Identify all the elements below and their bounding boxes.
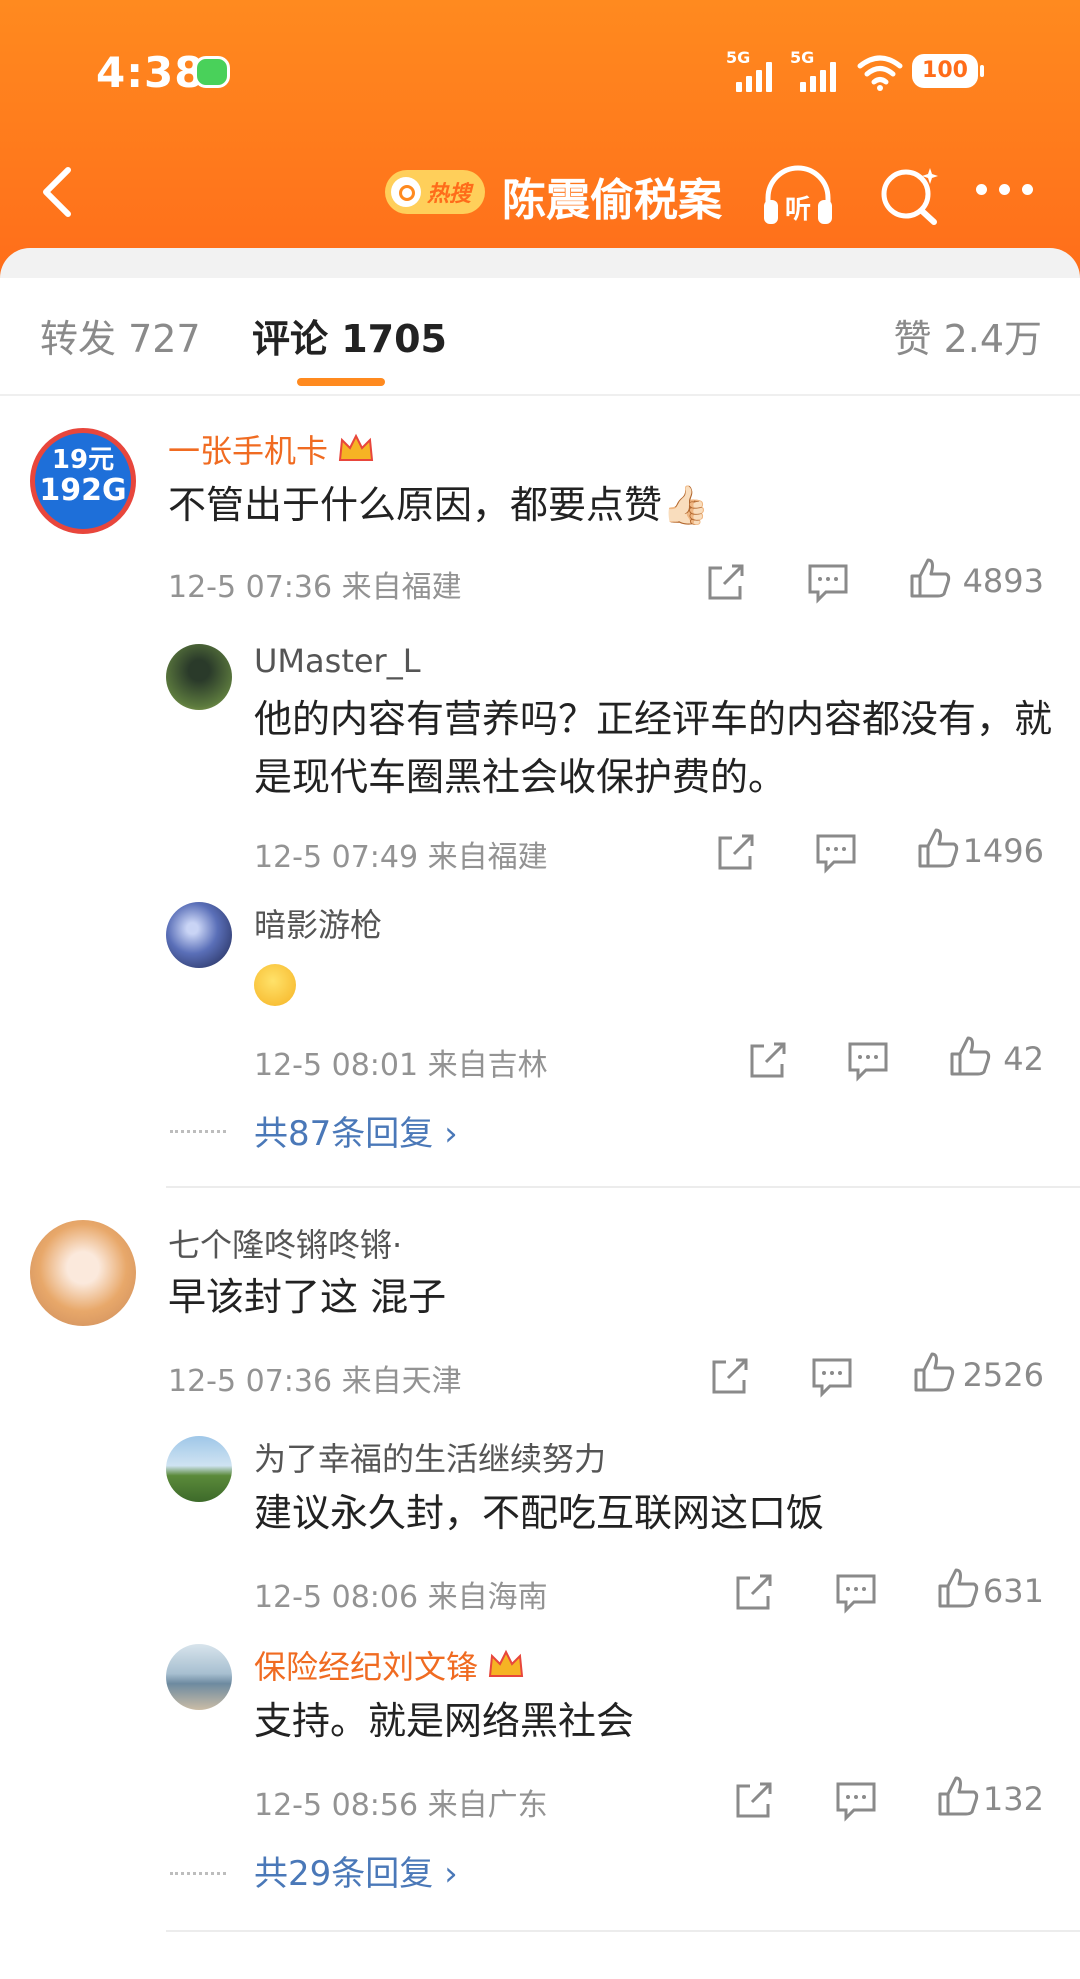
thread-divider	[166, 1930, 1080, 1932]
vip-crown-icon	[338, 433, 374, 461]
avatar[interactable]	[30, 1220, 136, 1326]
comment-username[interactable]: 七个隆咚锵咚锵·	[168, 1220, 402, 1266]
sheet-handle-area	[0, 248, 1080, 278]
avatar[interactable]	[166, 902, 232, 968]
header: 4:38 5G 5G 100 热搜 陈震偷税案 听	[0, 0, 1080, 290]
like-count: 2526	[962, 1356, 1044, 1394]
like-icon[interactable]	[936, 1566, 980, 1610]
tab-likes[interactable]: 赞 2.4万	[893, 308, 1042, 363]
page-title[interactable]: 陈震偷税案	[502, 164, 722, 228]
comment-meta: 12-5 07:36 来自天津	[168, 1364, 462, 1399]
tab-forward[interactable]: 转发 727	[40, 308, 201, 363]
username-text: 一张手机卡	[168, 432, 329, 470]
battery-indicator: 100	[912, 54, 984, 88]
nav-bar: 热搜 陈震偷税案 听	[0, 150, 1080, 240]
avatar[interactable]	[166, 1436, 232, 1502]
username-text: 保险经纪刘文锋	[254, 1648, 479, 1686]
reply-username[interactable]: 为了幸福的生活继续努力	[254, 1434, 606, 1480]
avatar[interactable]: 19元 192G	[30, 428, 136, 534]
search-badge-icon	[391, 177, 421, 207]
comment-icon[interactable]	[846, 1038, 890, 1082]
dotted-indicator	[170, 1130, 226, 1134]
reply-username[interactable]: 暗影游枪	[254, 900, 382, 946]
thread-divider	[166, 1186, 1080, 1188]
reply-meta: 12-5 08:01 来自吉林	[254, 1048, 548, 1083]
comment-meta: 12-5 07:36 来自福建	[168, 570, 462, 605]
share-icon[interactable]	[732, 1778, 776, 1822]
share-icon[interactable]	[732, 1570, 776, 1614]
like-icon[interactable]	[916, 826, 960, 870]
reply-text: 建议永久封，不配吃互联网这口饭	[254, 1491, 825, 1535]
back-arrow-icon[interactable]	[30, 162, 90, 222]
like-icon[interactable]	[912, 1350, 956, 1394]
hot-badge-label: 热搜	[427, 182, 472, 207]
share-icon[interactable]	[708, 1354, 752, 1398]
comment-icon[interactable]	[810, 1354, 854, 1398]
comment-username[interactable]: 一张手机卡	[168, 426, 376, 472]
search-icon[interactable]	[878, 164, 942, 228]
tab-bar: 转发 727 评论 1705 赞 2.4万	[0, 290, 1080, 390]
reply-meta: 12-5 07:49 来自福建	[254, 840, 548, 875]
message-notification-icon	[194, 56, 230, 88]
headphones-icon[interactable]: 听	[760, 160, 836, 230]
like-icon[interactable]	[936, 1774, 980, 1818]
like-count: 132	[982, 1780, 1044, 1818]
svg-text:听: 听	[785, 195, 811, 225]
tabs-divider	[0, 394, 1080, 396]
avatar-text-top: 19元	[51, 445, 115, 475]
reply-meta: 12-5 08:06 来自海南	[254, 1580, 548, 1615]
status-bar: 4:38 5G 5G 100	[0, 40, 1080, 110]
reply-text: 支持。就是网络黑社会	[254, 1699, 635, 1743]
hot-search-badge[interactable]: 热搜	[385, 170, 485, 214]
surprised-emoji-icon	[254, 964, 296, 1006]
tab-comments[interactable]: 评论 1705	[252, 308, 447, 363]
comment-icon[interactable]	[834, 1778, 878, 1822]
share-icon[interactable]	[746, 1038, 790, 1082]
wifi-icon	[857, 55, 903, 91]
more-replies-link[interactable]: 共29条回复 ›	[254, 1846, 458, 1895]
dotted-indicator	[170, 1872, 226, 1876]
share-icon[interactable]	[714, 830, 758, 874]
comment-icon[interactable]	[814, 830, 858, 874]
active-tab-indicator	[297, 378, 385, 386]
signal-5g-icon: 5G	[726, 48, 788, 92]
reply-text: 他的内容有营养吗？正经评车的内容都没有，就是现代车圈黑社会收保护费的。	[254, 697, 1053, 799]
signal-5g-icon-2: 5G	[790, 48, 852, 92]
status-time: 4:38	[96, 48, 205, 97]
like-count: 631	[982, 1572, 1044, 1610]
comment-icon[interactable]	[834, 1570, 878, 1614]
like-icon[interactable]	[908, 556, 952, 600]
comment-icon[interactable]	[806, 560, 850, 604]
comment-text: 早该封了这 混子	[168, 1275, 447, 1319]
reply-username[interactable]: 保险经纪刘文锋	[254, 1642, 526, 1688]
like-icon[interactable]	[948, 1034, 992, 1078]
comment-text: 不管出于什么原因，都要点赞👍🏻	[168, 483, 710, 527]
reply-meta: 12-5 08:56 来自广东	[254, 1788, 548, 1823]
more-options-icon[interactable]	[976, 184, 1040, 204]
like-count: 1496	[962, 832, 1044, 870]
more-replies-link[interactable]: 共87条回复 ›	[254, 1106, 458, 1155]
avatar-text-bottom: 192G	[39, 473, 127, 508]
like-count: 4893	[962, 562, 1044, 600]
avatar[interactable]	[166, 1644, 232, 1710]
like-count: 42	[1003, 1040, 1044, 1078]
reply-username[interactable]: UMaster_L	[254, 642, 421, 680]
share-icon[interactable]	[704, 560, 748, 604]
avatar[interactable]	[166, 644, 232, 710]
vip-crown-icon	[488, 1649, 524, 1677]
